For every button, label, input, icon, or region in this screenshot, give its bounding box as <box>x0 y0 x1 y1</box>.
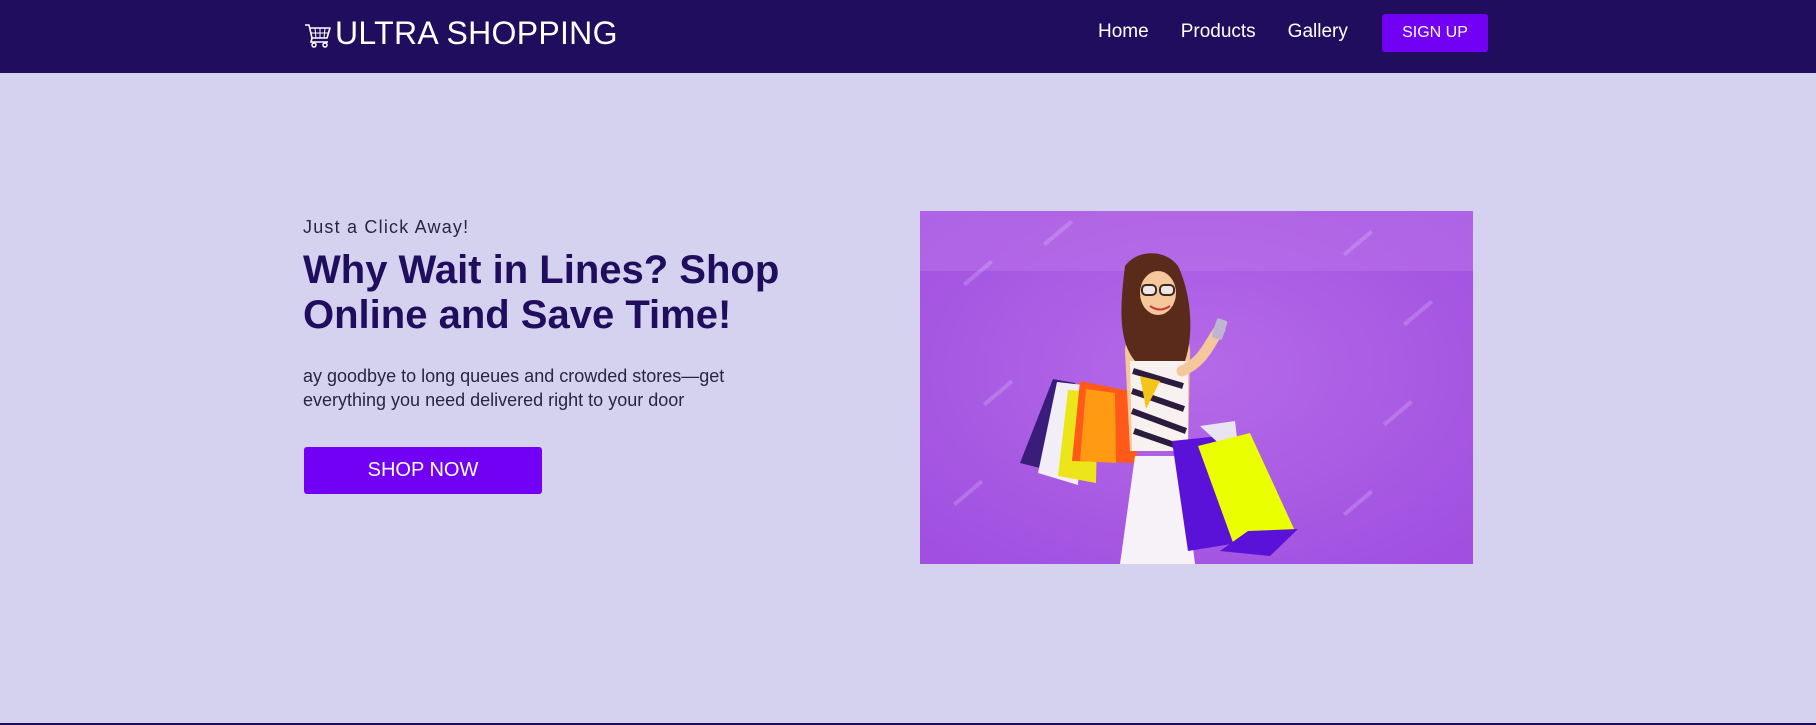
brand-logo-link[interactable]: ULTRA SHOPPING <box>303 14 618 52</box>
shopping-woman-illustration <box>920 211 1473 564</box>
hero-image <box>920 211 1473 564</box>
top-navbar: ULTRA SHOPPING Home Products Gallery SIG… <box>0 0 1816 73</box>
nav-products-link[interactable]: Products <box>1181 20 1256 44</box>
shopping-cart-icon <box>305 24 331 48</box>
hero-text-block: Just a Click Away! Why Wait in Lines? Sh… <box>303 216 823 412</box>
nav-gallery-link[interactable]: Gallery <box>1288 20 1348 44</box>
main-nav: Home Products Gallery <box>1098 20 1380 44</box>
signup-button[interactable]: SIGN UP <box>1382 14 1488 52</box>
hero-description: ay goodbye to long queues and crowded st… <box>303 366 725 410</box>
hero-eyebrow: Just a Click Away! <box>303 217 470 237</box>
hero-headline: Why Wait in Lines? Shop Online and Save … <box>303 248 780 337</box>
brand-name: ULTRA SHOPPING <box>335 15 618 51</box>
shop-now-button[interactable]: SHOP NOW <box>304 447 542 494</box>
nav-home-link[interactable]: Home <box>1098 20 1149 44</box>
